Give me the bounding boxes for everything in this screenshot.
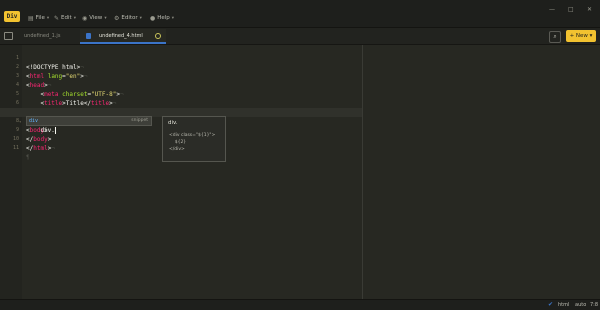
line-number: 11 <box>12 145 19 151</box>
chevron-down-icon: ▾ <box>73 15 76 21</box>
autocomplete-doc-body: <div class="${1}"> ${2} </div> <box>169 133 216 152</box>
code-text: </html>¬ <box>26 145 55 152</box>
code-line[interactable]: 7 ▾ <body>¬ <box>0 99 362 134</box>
tab-bar: undefined_1.js undefined_4.html ⌕ + New … <box>0 28 600 45</box>
chevron-down-icon: ▾ <box>589 33 593 39</box>
file-icon: ▤ <box>28 14 34 22</box>
app-logo: Div <box>4 11 20 22</box>
tab-undefined-4-html[interactable]: undefined_4.html <box>80 29 166 44</box>
autocomplete-item-label: div <box>29 118 39 124</box>
tab-undefined-1-js[interactable]: undefined_1.js <box>20 29 84 43</box>
plus-icon: + <box>569 33 575 39</box>
menu-edit[interactable]: ✎ Edit ▾ <box>54 13 76 23</box>
menu-editor[interactable]: ⚙ Editor ▾ <box>114 13 142 23</box>
check-icon: ✔ <box>548 301 554 308</box>
menu-bar: Div ▤ File ▾ ✎ Edit ▾ ◉ View ▾ ⚙ Editor … <box>0 0 600 28</box>
menu-file-label: File <box>35 15 45 21</box>
menu-view-label: View <box>89 15 103 21</box>
help-icon: ● <box>150 14 156 22</box>
code-line[interactable]: 1 <!DOCTYPE html>¬ <box>0 45 362 71</box>
minimize-button[interactable]: — <box>549 6 555 13</box>
eye-icon: ◉ <box>82 14 88 22</box>
close-button[interactable]: ✕ <box>587 6 592 13</box>
autocomplete-doc-title: div. <box>168 120 178 126</box>
pane-divider[interactable] <box>362 45 363 299</box>
pencil-icon: ✎ <box>54 14 60 22</box>
menu-help[interactable]: ● Help ▾ <box>150 13 174 23</box>
chevron-down-icon: ▾ <box>171 15 175 21</box>
code-line[interactable]: 2 <html lang="en">¬ <box>0 54 362 80</box>
sidebar-toggle-icon[interactable] <box>4 32 13 40</box>
code-text: ¶ <box>26 154 30 161</box>
code-line[interactable]: 5 <title>Title</title>¬ <box>0 81 362 107</box>
search-button[interactable]: ⌕ <box>549 31 561 43</box>
autocomplete-doc-panel: div. <div class="${1}"> ${2} </div> <box>162 116 226 162</box>
code-line[interactable]: 6 </head>¬ <box>0 90 362 116</box>
file-icon <box>86 32 91 39</box>
code-line[interactable]: 4 <meta charset="UTF-8">¬ <box>0 72 362 98</box>
search-icon: ⌕ <box>553 33 557 40</box>
unsaved-dot-icon <box>154 32 161 39</box>
maximize-button[interactable]: □ <box>568 6 574 13</box>
menu-editor-label: Editor <box>121 15 138 21</box>
tab-label: undefined_4.html <box>99 32 143 39</box>
tab-label: undefined_1.js <box>24 33 61 39</box>
new-button[interactable]: + New ▾ <box>566 30 596 42</box>
menu-help-label: Help <box>157 15 170 21</box>
menu-file[interactable]: ▤ File ▾ <box>28 13 49 23</box>
autocomplete-item-type: snippet <box>131 118 148 123</box>
chevron-down-icon: ▾ <box>104 15 107 21</box>
gear-icon: ⚙ <box>114 14 120 22</box>
menu-view[interactable]: ◉ View ▾ <box>82 13 107 23</box>
autocomplete-list: div snippet <box>26 116 152 126</box>
chevron-down-icon: ▾ <box>139 15 142 21</box>
status-bar: ✔ html auto 7:8 <box>0 299 600 310</box>
code-line[interactable]: 3 <head>¬ <box>0 63 362 89</box>
chevron-down-icon: ▾ <box>46 15 50 21</box>
menu-edit-label: Edit <box>61 15 72 21</box>
new-label: New <box>575 33 588 39</box>
